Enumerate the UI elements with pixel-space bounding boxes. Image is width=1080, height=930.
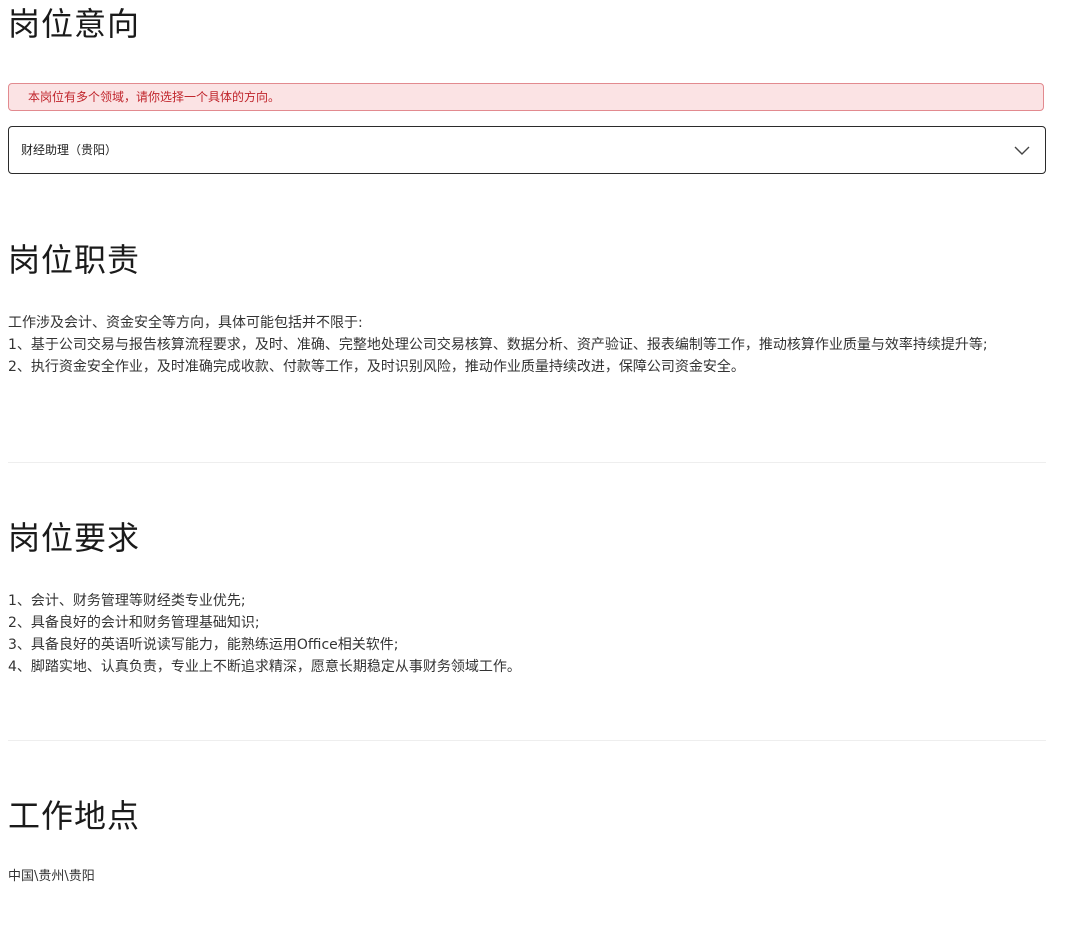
direction-select-value: 财经助理（贵阳） [21, 143, 118, 157]
section-divider [8, 740, 1046, 741]
requirements-line: 2、具备良好的会计和财务管理基础知识; [8, 615, 260, 631]
requirements-line: 3、具备良好的英语听说读写能力，能熟练运用Office相关软件; [8, 637, 399, 653]
direction-select[interactable]: 财经助理（贵阳） [8, 126, 1046, 174]
section-title-intent: 岗位意向 [8, 5, 141, 43]
requirements-line: 4、脚踏实地、认真负责，专业上不断追求精深，愿意长期稳定从事财务领域工作。 [8, 659, 521, 675]
section-title-requirements: 岗位要求 [8, 519, 141, 557]
location-value: 中国\贵州\贵阳 [8, 869, 95, 884]
section-title-location: 工作地点 [8, 797, 141, 835]
duties-content: 工作涉及会计、资金安全等方向，具体可能包括并不限于: 1、基于公司交易与报告核算… [8, 312, 1044, 378]
duties-line: 工作涉及会计、资金安全等方向，具体可能包括并不限于: [8, 315, 363, 331]
section-divider [8, 462, 1046, 463]
duties-line: 2、执行资金安全作业，及时准确完成收款、付款等工作，及时识别风险，推动作业质量持… [8, 359, 745, 375]
chevron-down-icon[interactable] [1013, 142, 1031, 158]
requirements-content: 1、会计、财务管理等财经类专业优先; 2、具备良好的会计和财务管理基础知识; 3… [8, 590, 1044, 678]
direction-alert: 本岗位有多个领域，请你选择一个具体的方向。 [8, 83, 1044, 111]
requirements-line: 1、会计、财务管理等财经类专业优先; [8, 593, 246, 609]
section-title-duties: 岗位职责 [8, 241, 141, 279]
duties-line: 1、基于公司交易与报告核算流程要求，及时、准确、完整地处理公司交易核算、数据分析… [8, 337, 988, 353]
